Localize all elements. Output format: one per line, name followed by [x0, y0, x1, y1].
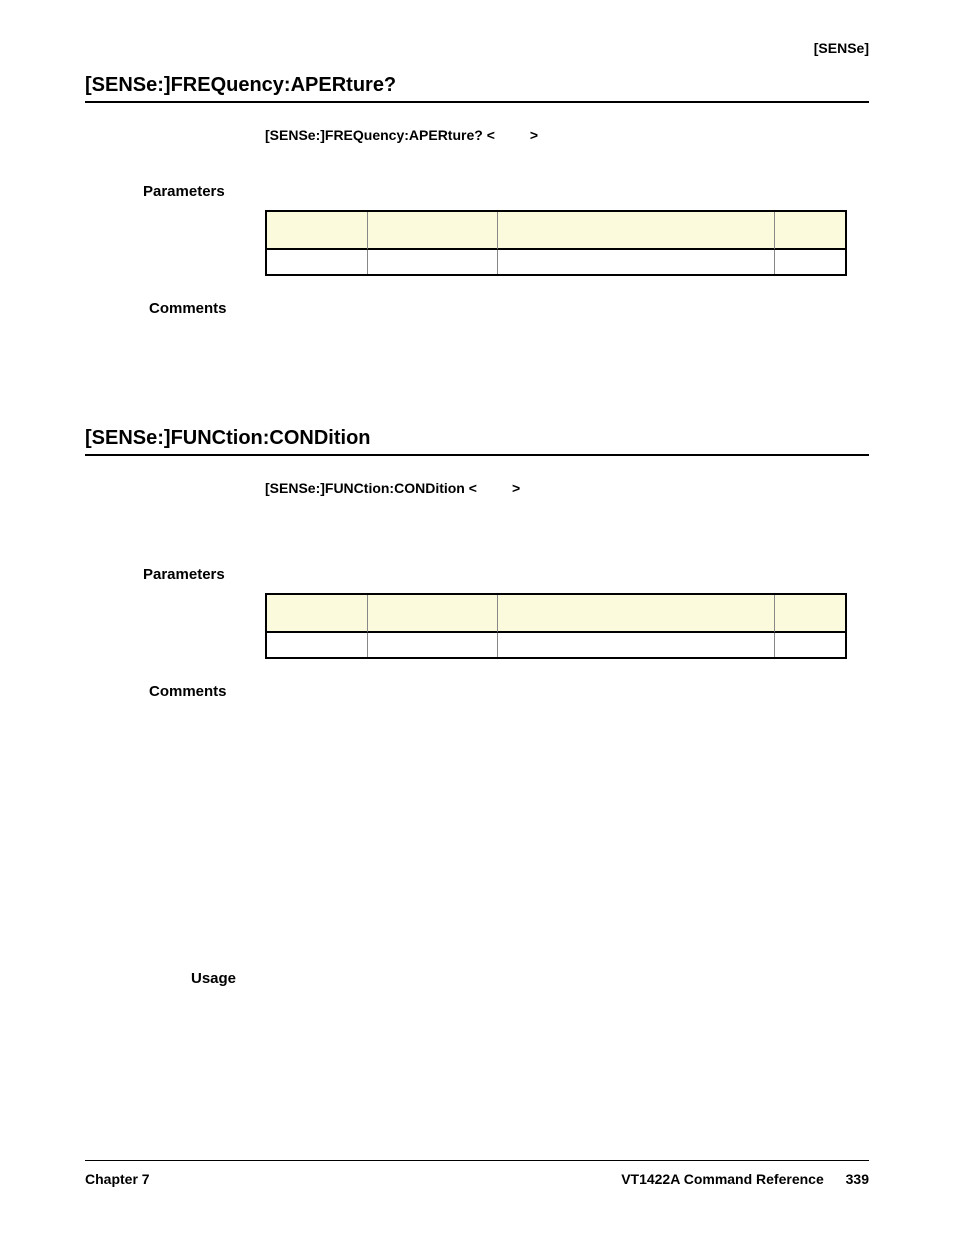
- usage-label: Usage: [191, 970, 869, 987]
- table-cell: [775, 250, 845, 274]
- parameters-label-2: Parameters: [143, 566, 869, 583]
- syntax-end-2: >: [512, 480, 520, 496]
- table-cell: [267, 250, 368, 274]
- table-header-cell: [498, 212, 775, 250]
- table-cell: [368, 250, 498, 274]
- header-section-label: [SENSe]: [85, 40, 869, 56]
- table-header-cell: [267, 212, 368, 250]
- parameters-table-2: [265, 593, 847, 659]
- comments-label-2: Comments: [149, 683, 869, 700]
- table-header-cell: [775, 595, 845, 633]
- syntax-line-2: [SENSe:]FUNCtion:CONDition < >: [265, 480, 869, 496]
- comments-label-1: Comments: [149, 300, 869, 317]
- section-title-function-condition: [SENSe:]FUNCtion:CONDition: [85, 427, 869, 456]
- syntax-end-1: >: [530, 127, 538, 143]
- table-cell: [267, 633, 368, 657]
- footer-chapter: Chapter 7: [85, 1171, 150, 1187]
- syntax-line-1: [SENSe:]FREQuency:APERture? < >: [265, 127, 869, 143]
- table-header-cell: [775, 212, 845, 250]
- section-title-frequency-aperture: [SENSe:]FREQuency:APERture?: [85, 74, 869, 103]
- table-header-cell: [498, 595, 775, 633]
- table-cell: [775, 633, 845, 657]
- footer-right: VT1422A Command Reference 339: [621, 1171, 869, 1187]
- table-cell: [498, 250, 775, 274]
- table-header-cell: [368, 212, 498, 250]
- syntax-bold-1: [SENSe:]FREQuency:APERture? <: [265, 127, 495, 143]
- table-cell: [498, 633, 775, 657]
- footer-doc-title: VT1422A Command Reference: [621, 1171, 824, 1187]
- page-footer: Chapter 7 VT1422A Command Reference 339: [85, 1160, 869, 1187]
- footer-page-number: 339: [846, 1171, 869, 1187]
- parameters-label-1: Parameters: [143, 183, 869, 200]
- syntax-bold-2: [SENSe:]FUNCtion:CONDition <: [265, 480, 477, 496]
- table-cell: [368, 633, 498, 657]
- table-header-cell: [267, 595, 368, 633]
- table-header-cell: [368, 595, 498, 633]
- parameters-table-1: [265, 210, 847, 276]
